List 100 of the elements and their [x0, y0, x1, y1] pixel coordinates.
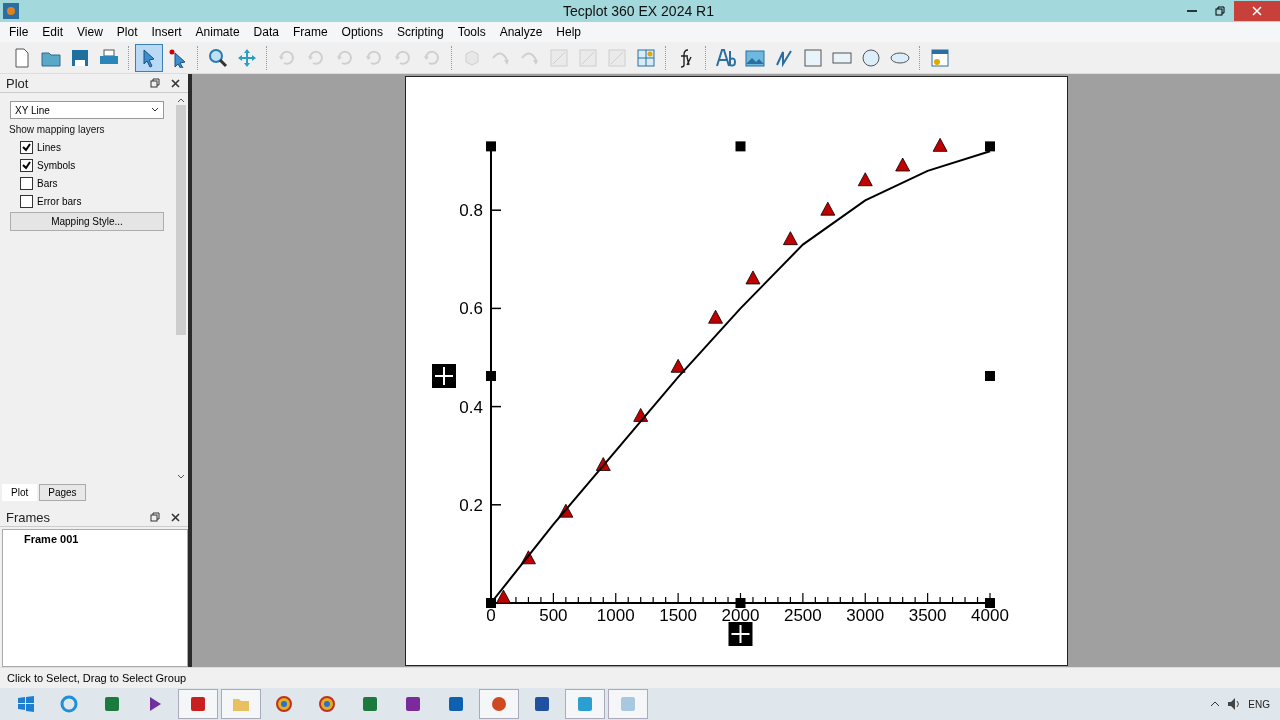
checkbox[interactable] — [20, 194, 33, 208]
triangle-marker — [496, 589, 511, 604]
panel-icon — [578, 47, 598, 68]
taskbar-app[interactable] — [178, 689, 218, 719]
menu-item[interactable]: Options — [334, 25, 390, 39]
menu-item[interactable]: Animate — [188, 25, 247, 39]
y-tick-label: 0.2 — [459, 495, 483, 515]
triangle-marker — [521, 550, 536, 565]
text-tool-icon — [716, 47, 736, 68]
menu-item[interactable]: Insert — [144, 25, 189, 39]
minimize-icon — [1187, 10, 1197, 12]
circle-icon — [861, 47, 881, 68]
panel-tab[interactable]: Plot — [2, 484, 38, 501]
x-tick-label: 2000 — [721, 606, 760, 625]
close-icon — [170, 512, 180, 522]
triangle-marker — [820, 201, 836, 216]
checkbox-label: Symbols — [37, 159, 76, 171]
float-button[interactable] — [148, 76, 162, 90]
menu-item[interactable]: Scripting — [389, 25, 451, 39]
y-tick-label: 0.8 — [459, 201, 483, 221]
chevron-up-icon[interactable] — [177, 97, 185, 103]
triangle-marker — [670, 358, 686, 373]
float-button[interactable] — [148, 510, 162, 524]
save-icon — [70, 47, 90, 68]
move-arrows-icon — [237, 47, 257, 68]
checkbox-label: Bars — [37, 177, 58, 189]
new-document-icon — [12, 47, 32, 68]
y-tick-label: 0.4 — [459, 397, 483, 417]
panel-icon — [549, 47, 569, 68]
windows-icon — [18, 696, 34, 712]
square-icon — [803, 47, 823, 68]
x-tick-label: 4000 — [971, 606, 1009, 625]
x-tick-label: 3500 — [908, 606, 947, 625]
y-tick-label: 0.6 — [459, 299, 483, 319]
checkbox[interactable] — [20, 176, 33, 190]
menu-item[interactable]: View — [70, 25, 110, 39]
status-text: Click to Select, Drag to Select Group — [7, 672, 187, 684]
menu-item[interactable]: Edit — [35, 25, 71, 39]
triangle-marker — [932, 137, 948, 152]
triangle-marker — [857, 172, 873, 187]
taskbar-app[interactable] — [479, 689, 519, 719]
panel-tab[interactable]: Pages — [39, 484, 86, 501]
triangle-marker — [633, 408, 649, 422]
triangle-marker — [558, 503, 574, 518]
x-tick-label: 3000 — [846, 606, 885, 625]
selection-handle[interactable] — [735, 598, 746, 608]
triangle-marker — [708, 309, 723, 324]
toolbar-button[interactable] — [135, 43, 163, 72]
x-tick-label: 500 — [539, 606, 568, 625]
frame-list-item[interactable]: Frame 001 — [3, 533, 187, 545]
mapping-style-button[interactable]: Mapping Style... — [10, 212, 164, 231]
menu-item[interactable]: File — [2, 25, 36, 39]
checkbox-label: Error bars — [37, 195, 82, 207]
checkbox-label: Lines — [37, 141, 61, 153]
triangle-marker — [595, 457, 611, 471]
selection-handle[interactable] — [486, 371, 496, 381]
window-title: Tecplot 360 EX 2024 R1 — [562, 3, 715, 19]
panel-title: Plot — [6, 75, 30, 91]
scrollbar-thumb[interactable] — [176, 105, 186, 335]
selection-handle[interactable] — [486, 598, 496, 608]
checkbox[interactable] — [20, 158, 33, 172]
layers-label: Show mapping layers — [9, 124, 106, 135]
selection-handle[interactable] — [985, 598, 995, 608]
x-tick-label: 1000 — [596, 606, 635, 625]
panel-title: Frames — [6, 509, 52, 525]
menu-item[interactable]: Help — [549, 25, 589, 39]
x-tick-label: 2500 — [783, 606, 822, 625]
menu-item[interactable]: Data — [246, 25, 286, 39]
move-handle-icon[interactable] — [728, 622, 753, 646]
image-icon — [745, 47, 765, 68]
chevron-down-icon[interactable] — [177, 474, 185, 480]
restore-icon — [150, 78, 160, 88]
triangle-marker — [895, 157, 911, 172]
menu-item[interactable]: Tools — [450, 25, 493, 39]
menu-item[interactable]: Plot — [109, 25, 145, 39]
checkbox[interactable] — [20, 140, 33, 154]
close-icon — [1252, 6, 1262, 16]
close-button[interactable] — [168, 76, 182, 90]
close-button[interactable] — [168, 510, 182, 524]
selection-handle[interactable] — [985, 371, 995, 381]
restore-icon — [1215, 6, 1225, 16]
selection-handle[interactable] — [735, 141, 746, 152]
language-indicator[interactable]: ENG — [1248, 698, 1270, 710]
selection-handle[interactable] — [486, 141, 496, 152]
move-handle-icon[interactable] — [432, 364, 456, 388]
selection-handle[interactable] — [985, 141, 995, 152]
plot-type-dropdown[interactable]: XY Line — [10, 101, 164, 119]
chevron-down-icon — [151, 107, 159, 113]
menu-item[interactable]: Analyze — [492, 25, 550, 39]
triangle-marker — [745, 270, 761, 285]
frame-icon — [930, 47, 950, 68]
taskbar-app[interactable] — [565, 689, 605, 719]
pointer-with-dot-icon — [168, 47, 188, 68]
search-icon — [208, 47, 228, 68]
panel-icon — [607, 47, 627, 68]
x-tick-label: 1500 — [659, 606, 698, 625]
grid-icon — [636, 47, 656, 68]
menu-item[interactable]: Frame — [285, 25, 335, 39]
x-tick-label: 0 — [486, 606, 496, 625]
chevron-up-icon[interactable] — [1210, 700, 1221, 708]
